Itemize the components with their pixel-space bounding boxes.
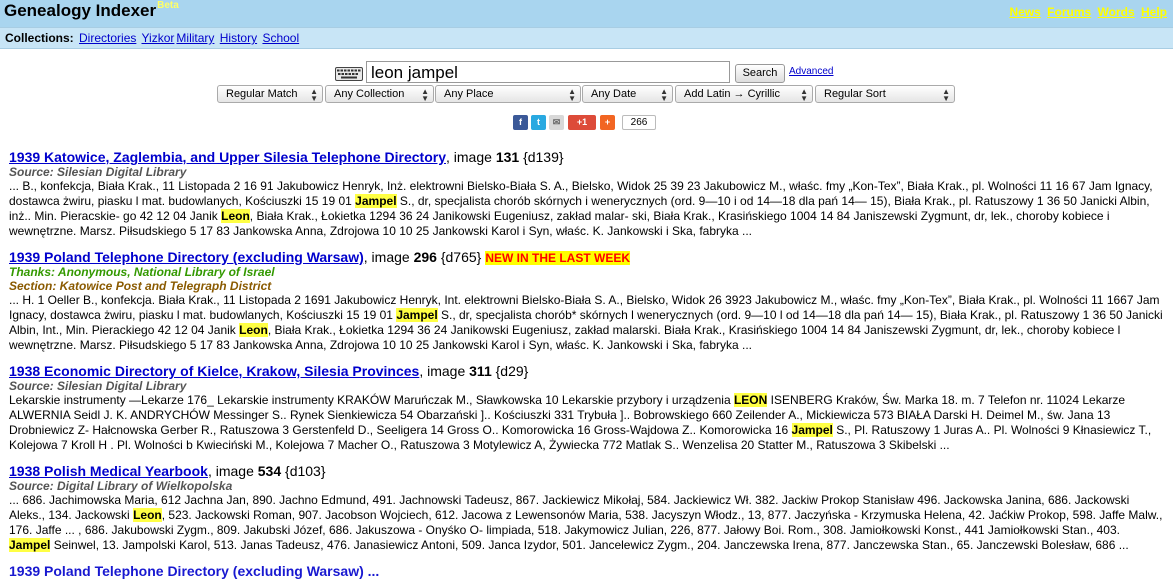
share-more-icon[interactable]: + (600, 115, 615, 130)
result-source: Source: Silesian Digital Library (9, 165, 187, 179)
site-logo[interactable]: Genealogy IndexerBeta (4, 0, 179, 21)
chevron-updown-icon: ▲ ▼ (800, 87, 808, 103)
beta-badge: Beta (157, 0, 179, 11)
highlighted-term: Jampel (396, 308, 438, 322)
collection-school-link[interactable]: School (262, 31, 299, 45)
result-image-label: , image (419, 363, 466, 379)
nav-help-link[interactable]: Help (1141, 5, 1167, 19)
chevron-updown-icon: ▲ ▼ (660, 87, 668, 103)
highlighted-term: Leon (133, 508, 162, 522)
nav-forums-link[interactable]: Forums (1047, 5, 1091, 19)
result-item: 1938 Economic Directory of Kielce, Krako… (9, 363, 1164, 453)
keyboard-icon[interactable] (335, 67, 363, 81)
result-title-line: 1938 Polish Medical Yearbook, image 534 … (9, 463, 1164, 479)
collection-directories-link[interactable]: Directories (79, 31, 136, 45)
advanced-search-link[interactable]: Advanced (789, 66, 833, 77)
transliteration-select-value: Add Latin → Cyrillic (684, 88, 780, 100)
sort-select[interactable]: Regular Sort ▲ ▼ (815, 85, 955, 103)
match-select-value: Regular Match (226, 88, 298, 100)
snippet-text: Seinwel, 13. Jampolski Karol, 513. Janas… (50, 538, 1129, 552)
place-select-value: Any Place (444, 88, 494, 100)
site-title[interactable]: Genealogy Indexer (4, 1, 156, 20)
twitter-icon[interactable]: t (531, 115, 546, 130)
snippet-text: Lekarskie instrumenty —Lekarze 176_ Leka… (9, 393, 734, 407)
highlighted-term: Jampel (791, 423, 833, 437)
result-image-label: , image (207, 463, 254, 479)
google-plus-icon[interactable]: +1 (568, 115, 596, 130)
collection-history-link[interactable]: History (220, 31, 257, 45)
snippet-text: , 523. Jackowski Roman, 907. Jacobson Wo… (9, 508, 1163, 537)
collection-select-value: Any Collection (334, 88, 405, 100)
result-source: Source: Silesian Digital Library (9, 379, 187, 393)
result-image-number: 534 (257, 463, 282, 479)
email-icon[interactable]: ✉ (549, 115, 564, 130)
result-image-label: , image (446, 149, 492, 165)
result-title-line: 1939 Katowice, Zaglembia, and Upper Sile… (9, 149, 1164, 165)
result-image-label: , image (363, 249, 410, 265)
top-bar: Genealogy IndexerBeta News Forums Words … (0, 0, 1173, 27)
highlighted-term: Jampel (9, 538, 51, 552)
new-badge: NEW IN THE LAST WEEK (485, 251, 630, 265)
result-snippet: ... 686. Jachimowska Maria, 612 Jachna J… (9, 493, 1164, 553)
transliteration-select[interactable]: Add Latin → Cyrillic ▲ ▼ (675, 85, 813, 103)
search-button[interactable]: Search (735, 64, 785, 83)
result-image-number: 311 (469, 363, 492, 379)
collection-yizkor-link[interactable]: Yizkor (142, 31, 175, 45)
result-doc-id: {d139} (523, 149, 564, 165)
result-thanks: Thanks: Anonymous, National Library of I… (9, 265, 275, 279)
chevron-updown-icon: ▲ ▼ (421, 87, 429, 103)
result-title-link[interactable]: 1938 Polish Medical Yearbook (9, 463, 208, 479)
result-section: Section: Katowice Post and Telegraph Dis… (9, 279, 272, 293)
result-doc-id: {d103} (285, 463, 326, 479)
google-plus-label: +1 (576, 117, 588, 127)
result-snippet: Lekarskie instrumenty —Lekarze 176_ Leka… (9, 393, 1164, 453)
place-select[interactable]: Any Place ▲ ▼ (435, 85, 581, 103)
nav-words-link[interactable]: Words (1098, 5, 1135, 19)
top-nav: News Forums Words Help (1006, 5, 1167, 19)
result-title-line: 1939 Poland Telephone Directory (excludi… (9, 249, 1164, 265)
highlighted-term: Jampel (355, 194, 397, 208)
result-item: 1939 Katowice, Zaglembia, and Upper Sile… (9, 149, 1164, 239)
facebook-icon[interactable]: f (513, 115, 528, 130)
highlighted-term: Leon (239, 323, 268, 337)
sort-select-value: Regular Sort (824, 88, 886, 100)
result-doc-id: {d29} (495, 363, 529, 379)
result-item: 1939 Poland Telephone Directory (excludi… (9, 249, 1164, 353)
date-select[interactable]: Any Date ▲ ▼ (582, 85, 673, 103)
search-input[interactable]: leon jampel (366, 61, 730, 83)
result-source: Source: Digital Library of Wielkopolska (9, 479, 233, 493)
nav-news-link[interactable]: News (1009, 5, 1040, 19)
result-image-number: 296 (413, 249, 437, 265)
collections-bar: Collections: Directories Yizkor Military … (0, 27, 1173, 49)
chevron-updown-icon: ▲ ▼ (942, 87, 950, 103)
result-title-link[interactable]: 1938 Economic Directory of Kielce, Krako… (9, 363, 419, 379)
collection-military-link[interactable]: Military (176, 31, 214, 45)
result-snippet: ... H. 1 Oeller B., konfekcja. Biała Kra… (9, 293, 1164, 353)
result-title-link-partial[interactable]: 1939 Poland Telephone Directory (excludi… (9, 563, 1164, 579)
chevron-updown-icon: ▲ ▼ (568, 87, 576, 103)
highlighted-term: LEON (733, 393, 768, 407)
match-select[interactable]: Regular Match ▲ ▼ (217, 85, 323, 103)
chevron-updown-icon: ▲ ▼ (310, 87, 318, 103)
result-title-line: 1938 Economic Directory of Kielce, Krako… (9, 363, 1164, 379)
result-image-number: 131 (495, 149, 520, 165)
result-item: 1938 Polish Medical Yearbook, image 534 … (9, 463, 1164, 553)
collection-select[interactable]: Any Collection ▲ ▼ (325, 85, 434, 103)
date-select-value: Any Date (591, 88, 637, 100)
results-list: 1939 Katowice, Zaglembia, and Upper Sile… (9, 149, 1164, 579)
collections-label: Collections: (5, 31, 74, 45)
share-count: 266 (622, 115, 656, 130)
highlighted-term: Leon (221, 209, 250, 223)
result-title-link[interactable]: 1939 Poland Telephone Directory (excludi… (9, 249, 364, 265)
result-doc-id: {d765} (440, 249, 482, 265)
result-snippet: ... B., konfekcja, Biała Krak., 11 Listo… (9, 179, 1164, 239)
result-title-link[interactable]: 1939 Katowice, Zaglembia, and Upper Sile… (9, 149, 446, 165)
